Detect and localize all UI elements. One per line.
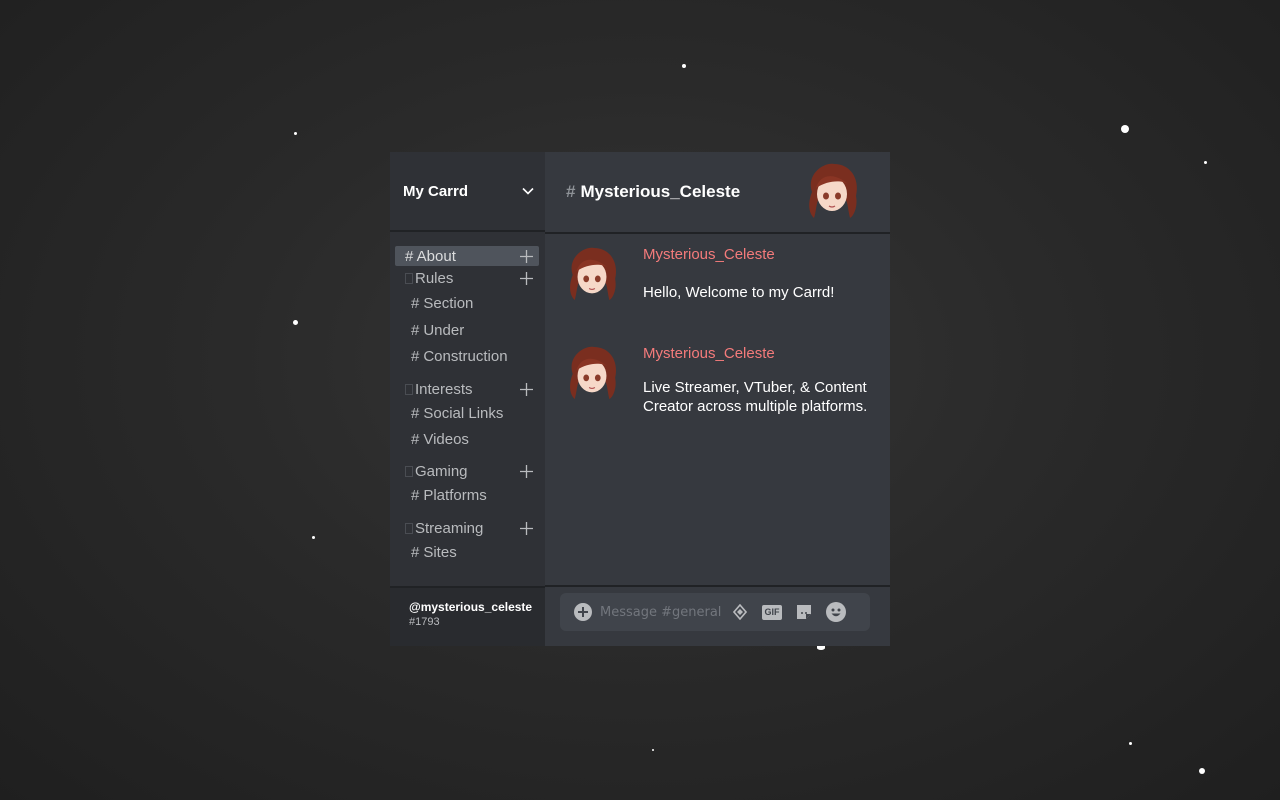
server-header[interactable]: My Carrd	[390, 152, 545, 232]
channel-list: # About Rules # Section # Under # Construct…	[390, 232, 545, 566]
nitro-gem-icon[interactable]	[733, 604, 747, 620]
star	[817, 646, 825, 650]
channel-label: Construction	[423, 348, 508, 365]
hash-icon: #	[411, 405, 420, 422]
message-composer: GIF	[560, 593, 870, 631]
username: @mysterious_celeste	[409, 600, 533, 614]
hash-icon: #	[411, 544, 420, 561]
chevron-down-icon[interactable]	[521, 184, 535, 198]
channel-social-links[interactable]: # Social Links	[390, 401, 545, 427]
emoji-icon[interactable]	[826, 602, 846, 622]
channel-videos[interactable]: # Videos	[390, 427, 545, 453]
message: Mysterious_Celeste Hello, Welcome to my …	[565, 246, 885, 316]
add-circle-icon[interactable]	[574, 603, 592, 621]
carrd-window: My Carrd # About Rules # Section # Under #…	[390, 152, 890, 646]
message-input[interactable]	[598, 603, 727, 621]
hash-icon: #	[411, 348, 420, 365]
message-text: Hello, Welcome to my Carrd!	[643, 284, 835, 301]
star	[294, 132, 297, 135]
category-label: Gaming	[415, 462, 468, 480]
message-author[interactable]: Mysterious_Celeste	[643, 345, 775, 362]
star	[682, 64, 686, 68]
category-rules[interactable]: Rules	[395, 268, 539, 288]
plus-icon[interactable]	[520, 271, 533, 285]
category-label: Rules	[415, 269, 454, 287]
message: Mysterious_Celeste Live Streamer, VTuber…	[565, 345, 885, 425]
category-streaming[interactable]: Streaming	[395, 518, 539, 538]
channel-label: Platforms	[423, 487, 487, 504]
sidebar-item-about[interactable]: # About	[395, 246, 539, 266]
sticker-icon[interactable]	[795, 603, 813, 621]
channel-sites[interactable]: # Sites	[390, 540, 545, 566]
channel-label: Under	[423, 322, 465, 339]
channel-label: Sites	[423, 544, 457, 561]
category-label: # About	[405, 247, 456, 265]
message-text: Live Streamer, VTuber, & Content Creator…	[643, 379, 868, 415]
avatar[interactable]	[565, 246, 619, 304]
hash-icon: #	[411, 322, 420, 339]
hash-icon: #	[411, 487, 420, 504]
star	[1204, 161, 1207, 164]
category-label: Interests	[415, 380, 473, 398]
channel-construction[interactable]: # Construction	[390, 344, 545, 370]
server-name: My Carrd	[403, 182, 469, 200]
hash-icon: #	[411, 295, 420, 312]
channel-label: Social Links	[423, 405, 504, 422]
collapse-box-icon	[405, 272, 413, 284]
user-tag: #1793	[409, 616, 440, 628]
star	[293, 320, 298, 325]
channel-label: Videos	[423, 431, 469, 448]
channel-label: Section	[423, 295, 474, 312]
category-interests[interactable]: Interests	[395, 379, 539, 399]
plus-icon[interactable]	[520, 249, 533, 263]
chat-area: # Mysterious_Celeste Mysterious_Celeste …	[545, 152, 890, 646]
star	[652, 749, 654, 751]
collapse-box-icon	[405, 465, 413, 477]
star	[1129, 742, 1132, 745]
plus-icon[interactable]	[520, 464, 533, 478]
message-author[interactable]: Mysterious_Celeste	[643, 246, 775, 263]
star	[312, 536, 315, 539]
divider	[545, 585, 890, 587]
category-label: Streaming	[415, 519, 484, 537]
channel-under[interactable]: # Under	[390, 318, 545, 344]
plus-icon[interactable]	[520, 382, 533, 396]
star	[1199, 768, 1205, 774]
plus-icon[interactable]	[520, 521, 533, 535]
user-panel[interactable]: @mysterious_celeste #1793	[390, 586, 545, 646]
channel-platforms[interactable]: # Platforms	[390, 483, 545, 509]
sidebar: My Carrd # About Rules # Section # Under #…	[390, 152, 545, 646]
collapse-box-icon	[405, 522, 413, 534]
collapse-box-icon	[405, 383, 413, 395]
gif-icon[interactable]: GIF	[762, 604, 782, 620]
category-gaming[interactable]: Gaming	[395, 461, 539, 481]
star	[1121, 125, 1129, 133]
avatar[interactable]	[804, 162, 860, 222]
hash-icon: #	[566, 182, 576, 201]
avatar[interactable]	[565, 345, 619, 403]
channel-section[interactable]: # Section	[390, 291, 545, 317]
channel-title: Mysterious_Celeste	[580, 182, 741, 201]
hash-icon: #	[411, 431, 420, 448]
